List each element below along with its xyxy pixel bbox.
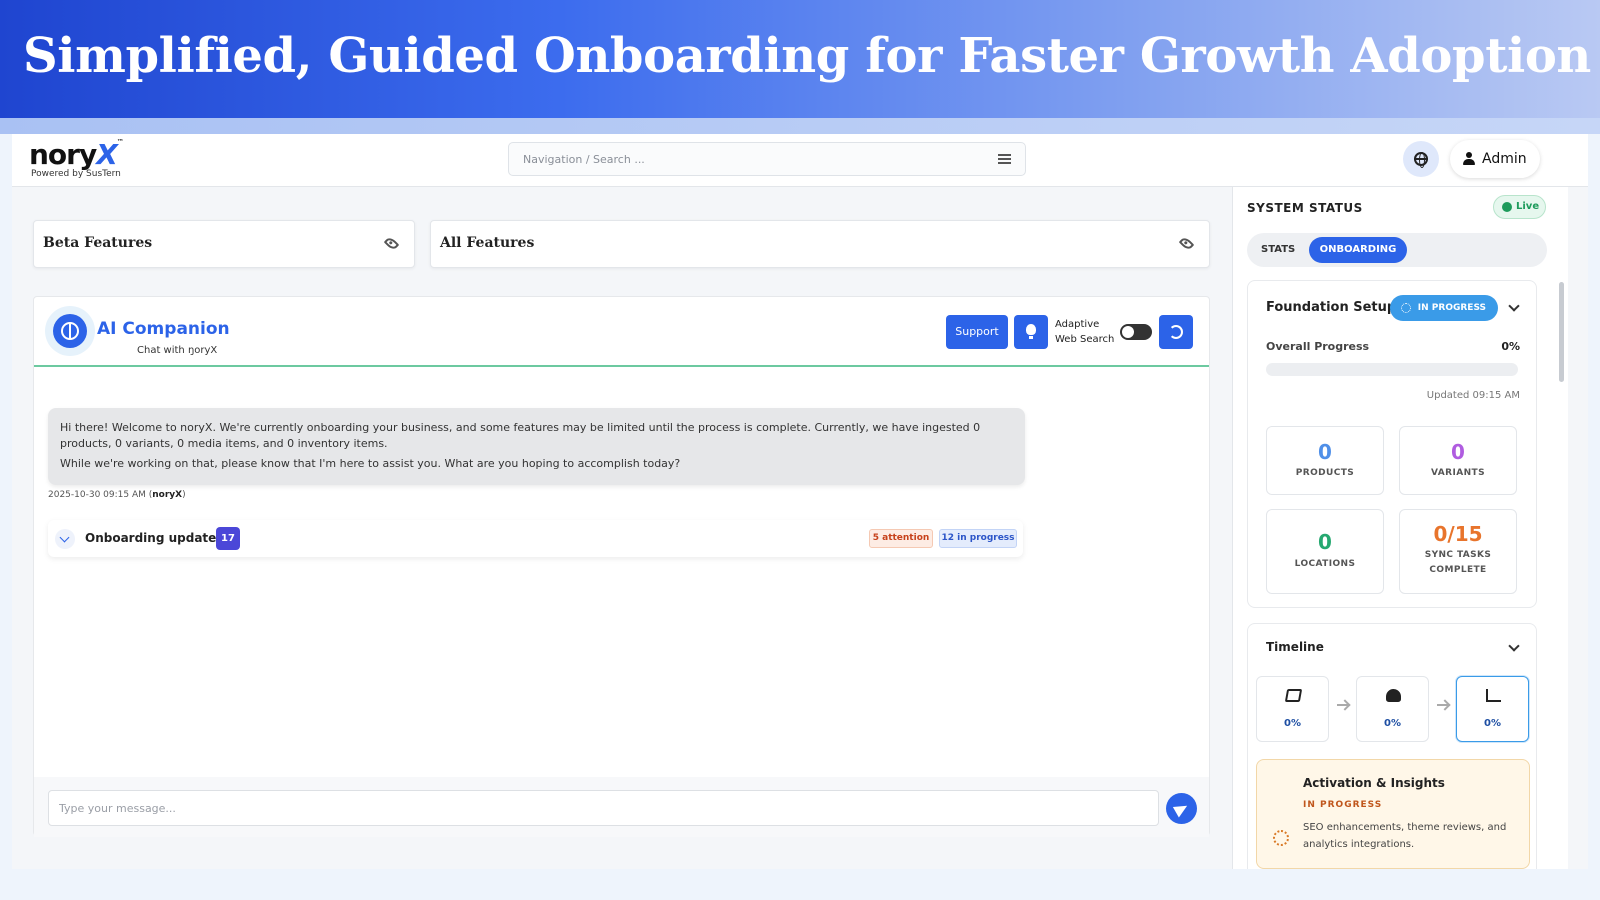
stat-value: 0 <box>1451 440 1465 464</box>
message-meta: 2025-10-30 09:15 AM (noryX) <box>48 490 186 500</box>
banner-title: Simplified, Guided Onboarding for Faster… <box>23 28 1591 84</box>
live-badge: Live <box>1493 195 1546 219</box>
timeline-step-percent: 0% <box>1284 718 1301 729</box>
chart-line-icon <box>1486 689 1501 702</box>
support-button[interactable]: Support <box>946 315 1008 349</box>
timeline-step[interactable]: 0% <box>1256 676 1329 742</box>
admin-label: Admin <box>1482 151 1527 167</box>
eye-icon[interactable] <box>383 235 400 252</box>
stat-label: SYNC TASKS COMPLETE <box>1424 550 1492 575</box>
ai-companion-panel: AI Companion Chat with ŋoryX Support Ada… <box>33 296 1210 837</box>
stat-label: LOCATIONS <box>1294 559 1356 569</box>
stat-value: 0 <box>1318 530 1332 554</box>
spinner-icon <box>1273 830 1289 846</box>
cloud-download-icon <box>1386 689 1401 702</box>
lightbulb-icon <box>1026 324 1036 339</box>
chevron-down-icon[interactable] <box>1508 300 1520 312</box>
activation-description: SEO enhancements, theme reviews, and ana… <box>1303 822 1507 850</box>
stat-value: 0 <box>1318 440 1332 464</box>
eye-icon[interactable] <box>1178 235 1195 252</box>
tab-onboarding[interactable]: ONBOARDING <box>1309 237 1407 263</box>
chevron-down-icon[interactable] <box>55 529 75 549</box>
bottom-margin <box>0 869 1600 900</box>
refresh-button[interactable] <box>1159 315 1193 349</box>
adaptive-web-search-toggle[interactable] <box>1120 324 1152 340</box>
activation-insights-card[interactable]: Activation & Insights IN PROGRESS SEO en… <box>1256 759 1530 869</box>
stat-label: VARIANTS <box>1431 468 1485 478</box>
stat-variants: 0 VARIANTS <box>1399 426 1517 495</box>
system-status-title: SYSTEM STATUS <box>1247 201 1363 215</box>
ai-avatar <box>45 306 95 356</box>
timeline-title: Timeline <box>1266 640 1324 654</box>
language-button[interactable] <box>1403 141 1439 177</box>
activation-status: IN PROGRESS <box>1303 800 1383 810</box>
stat-locations: 0 LOCATIONS <box>1266 509 1384 594</box>
title-banner: Simplified, Guided Onboarding for Faster… <box>0 0 1600 118</box>
stat-sync-tasks: 0/15 SYNC TASKS COMPLETE <box>1399 509 1517 594</box>
timeline-card: Timeline 0% 0% 0% Activation & Insights … <box>1247 623 1537 869</box>
suggestions-button[interactable] <box>1014 315 1048 349</box>
in-progress-badge[interactable]: 12 in progress <box>939 529 1017 548</box>
adaptive-web-search-label: Adaptive Web Search <box>1055 319 1115 345</box>
banner-strip <box>0 118 1600 134</box>
foundation-setup-card: Foundation Setup IN PROGRESS Overall Pro… <box>1247 280 1537 608</box>
message-composer <box>34 777 1209 837</box>
send-icon <box>1172 800 1191 818</box>
assistant-message: Hi there! Welcome to noryX. We're curren… <box>48 408 1025 485</box>
all-features-label: All Features <box>440 235 535 251</box>
updates-count-badge: 17 <box>216 527 240 550</box>
logo-subtitle: Powered by SusTern <box>31 169 121 179</box>
overall-progress-value: 0% <box>1501 340 1520 353</box>
beta-features-card[interactable]: Beta Features <box>33 220 415 268</box>
stat-products: 0 PRODUCTS <box>1266 426 1384 495</box>
onboarding-updates[interactable]: Onboarding updates 17 5 attention 12 in … <box>48 520 1023 557</box>
system-status-panel: SYSTEM STATUS Live STATS ONBOARDING Foun… <box>1232 187 1568 869</box>
timeline-step-percent: 0% <box>1384 718 1401 729</box>
overall-progress-bar <box>1266 363 1518 376</box>
refresh-icon <box>1169 325 1183 339</box>
message-text: Hi there! Welcome to noryX. We're curren… <box>60 421 981 450</box>
spinner-icon <box>1401 303 1411 313</box>
chat-title: AI Companion <box>97 319 230 339</box>
brain-icon <box>61 322 79 340</box>
navigation-search[interactable]: Navigation / Search ... <box>508 142 1026 176</box>
timeline-step-percent: 0% <box>1484 718 1501 729</box>
activation-title: Activation & Insights <box>1303 776 1445 790</box>
status-scrollbar[interactable] <box>1559 282 1564 382</box>
layers-icon <box>1284 689 1303 702</box>
live-dot-icon <box>1502 202 1512 212</box>
chevron-down-icon[interactable] <box>1508 640 1520 652</box>
updated-time: Updated 09:15 AM <box>1426 390 1520 401</box>
chat-subtitle: Chat with ŋoryX <box>137 345 218 356</box>
search-placeholder: Navigation / Search ... <box>523 153 645 166</box>
arrow-right-icon <box>1337 704 1349 706</box>
foundation-status-badge: IN PROGRESS <box>1390 295 1498 321</box>
status-tabs: STATS ONBOARDING <box>1247 233 1547 267</box>
foundation-setup-title: Foundation Setup <box>1266 300 1397 315</box>
onboarding-updates-label: Onboarding updates <box>85 531 224 545</box>
stat-label: PRODUCTS <box>1295 468 1355 478</box>
all-features-card[interactable]: All Features <box>430 220 1210 268</box>
menu-icon[interactable] <box>998 154 1011 164</box>
attention-badge[interactable]: 5 attention <box>869 529 933 548</box>
tab-stats[interactable]: STATS <box>1261 244 1295 255</box>
overall-progress-label: Overall Progress <box>1266 340 1370 353</box>
admin-button[interactable]: Admin <box>1450 140 1540 178</box>
beta-features-label: Beta Features <box>43 235 153 251</box>
send-button[interactable] <box>1166 793 1197 824</box>
message-text: While we're working on that, please know… <box>60 457 681 470</box>
timeline-step-active[interactable]: 0% <box>1456 676 1529 742</box>
chat-header: AI Companion Chat with ŋoryX Support Ada… <box>34 297 1209 367</box>
app-window: noryX™ Powered by SusTern Navigation / S… <box>12 134 1588 869</box>
message-input[interactable] <box>48 790 1159 826</box>
globe-icon <box>1414 152 1428 168</box>
timeline-step[interactable]: 0% <box>1356 676 1429 742</box>
user-icon <box>1463 152 1475 166</box>
stat-value: 0/15 <box>1433 522 1483 546</box>
top-bar: noryX™ Powered by SusTern Navigation / S… <box>12 134 1588 187</box>
norix-logo[interactable]: noryX™ <box>29 138 124 171</box>
arrow-right-icon <box>1437 704 1449 706</box>
